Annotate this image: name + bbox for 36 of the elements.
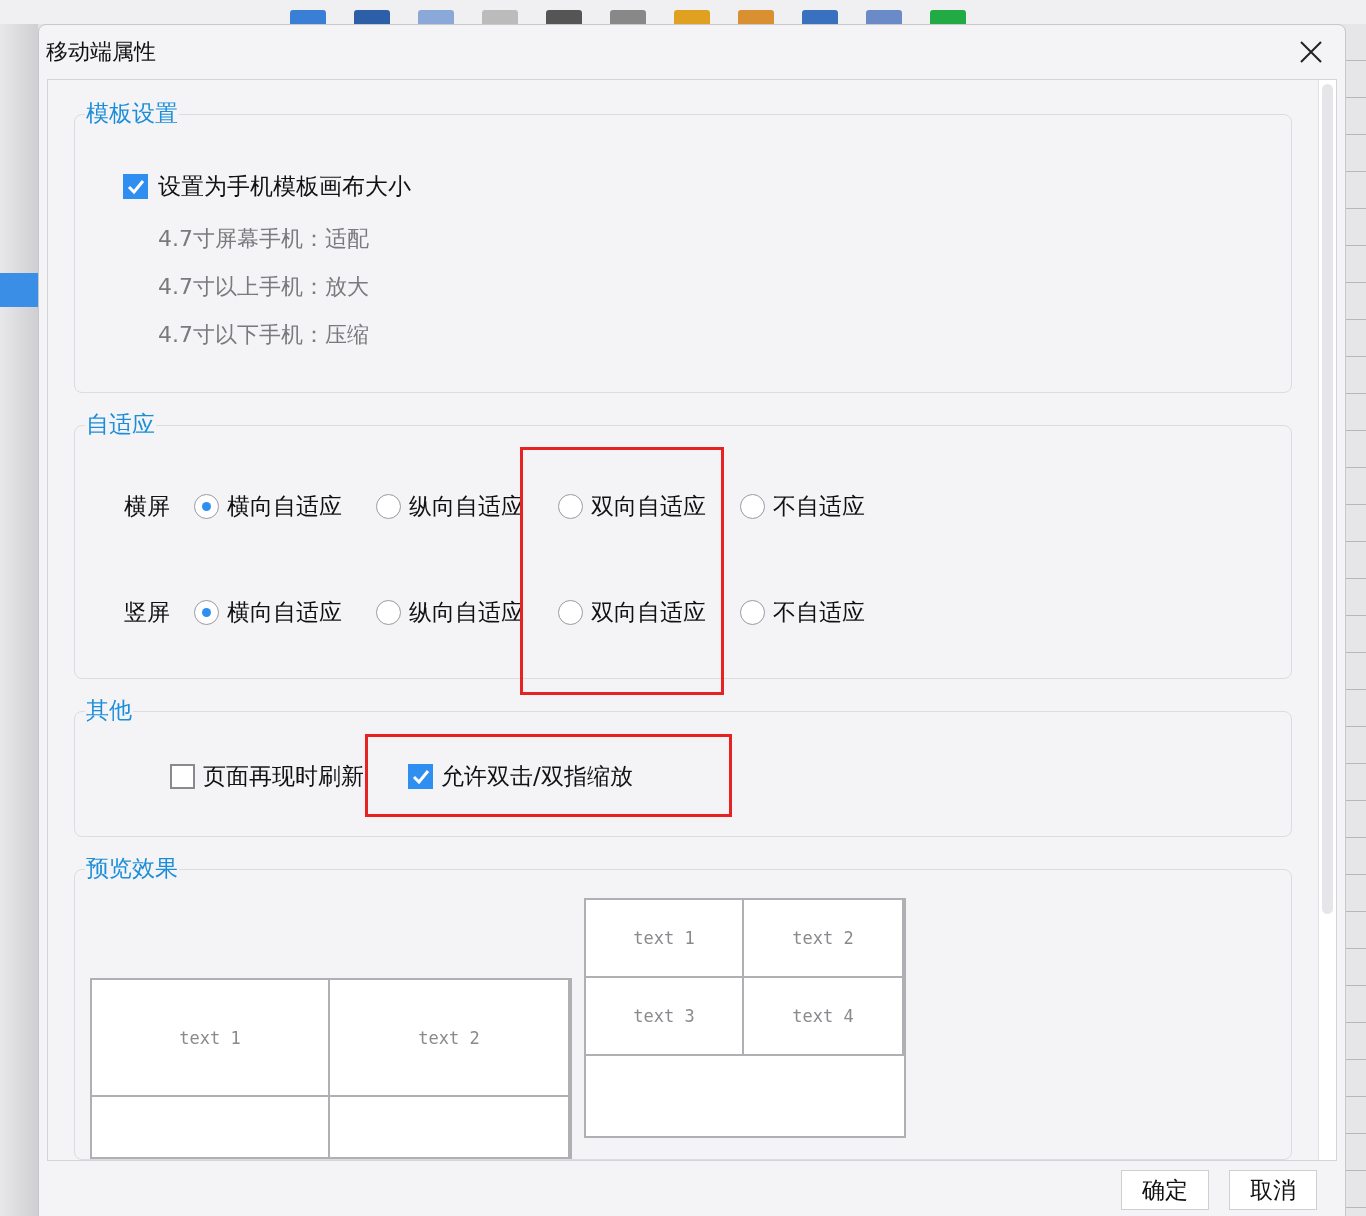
table-cell: text 2 xyxy=(330,980,570,1097)
radio-label: 横向自适应 xyxy=(227,597,342,627)
selected-item-bar xyxy=(0,273,38,307)
radio-label: 不自适应 xyxy=(773,491,865,521)
info-text: 4.7寸以上手机：放大 xyxy=(158,273,370,301)
checkbox[interactable] xyxy=(170,764,195,790)
radio-label: 横向自适应 xyxy=(227,491,342,521)
radio-label: 双向自适应 xyxy=(591,597,706,627)
radio-label: 不自适应 xyxy=(773,597,865,627)
info-text: 4.7寸以下手机：压缩 xyxy=(158,321,370,349)
radio-button[interactable] xyxy=(558,493,583,519)
radio-button[interactable] xyxy=(376,493,401,519)
table-cell: text 2 xyxy=(744,900,904,978)
checkbox[interactable] xyxy=(408,764,433,790)
radio-button[interactable] xyxy=(740,599,765,625)
dialog-button[interactable]: 取消 xyxy=(1229,1170,1317,1210)
row-label: 横屏 xyxy=(124,491,171,521)
radio-button[interactable] xyxy=(376,599,401,625)
table-cell: text 1 xyxy=(92,980,330,1097)
radio-button[interactable] xyxy=(194,599,219,625)
radio-button[interactable] xyxy=(740,493,765,519)
dialog-title: 移动端属性 xyxy=(46,38,156,66)
checkbox-label: 设置为手机模板画布大小 xyxy=(158,172,411,201)
checkbox-label: 页面再现时刷新 xyxy=(203,762,364,792)
radio-label: 双向自适应 xyxy=(591,491,706,521)
radio-button[interactable] xyxy=(194,493,219,519)
scrollbar-thumb[interactable] xyxy=(1322,84,1333,914)
dialog-button[interactable]: 确定 xyxy=(1121,1170,1209,1210)
table-cell: text 1 xyxy=(586,900,744,978)
info-text: 4.7寸屏幕手机：适配 xyxy=(158,225,370,253)
radio-button[interactable] xyxy=(558,599,583,625)
checkbox[interactable] xyxy=(123,174,148,199)
table-cell: text 4 xyxy=(744,978,904,1056)
row-label: 竖屏 xyxy=(124,597,171,627)
table-cell: text 3 xyxy=(586,978,744,1056)
checkbox-label: 允许双击/双指缩放 xyxy=(441,762,633,792)
